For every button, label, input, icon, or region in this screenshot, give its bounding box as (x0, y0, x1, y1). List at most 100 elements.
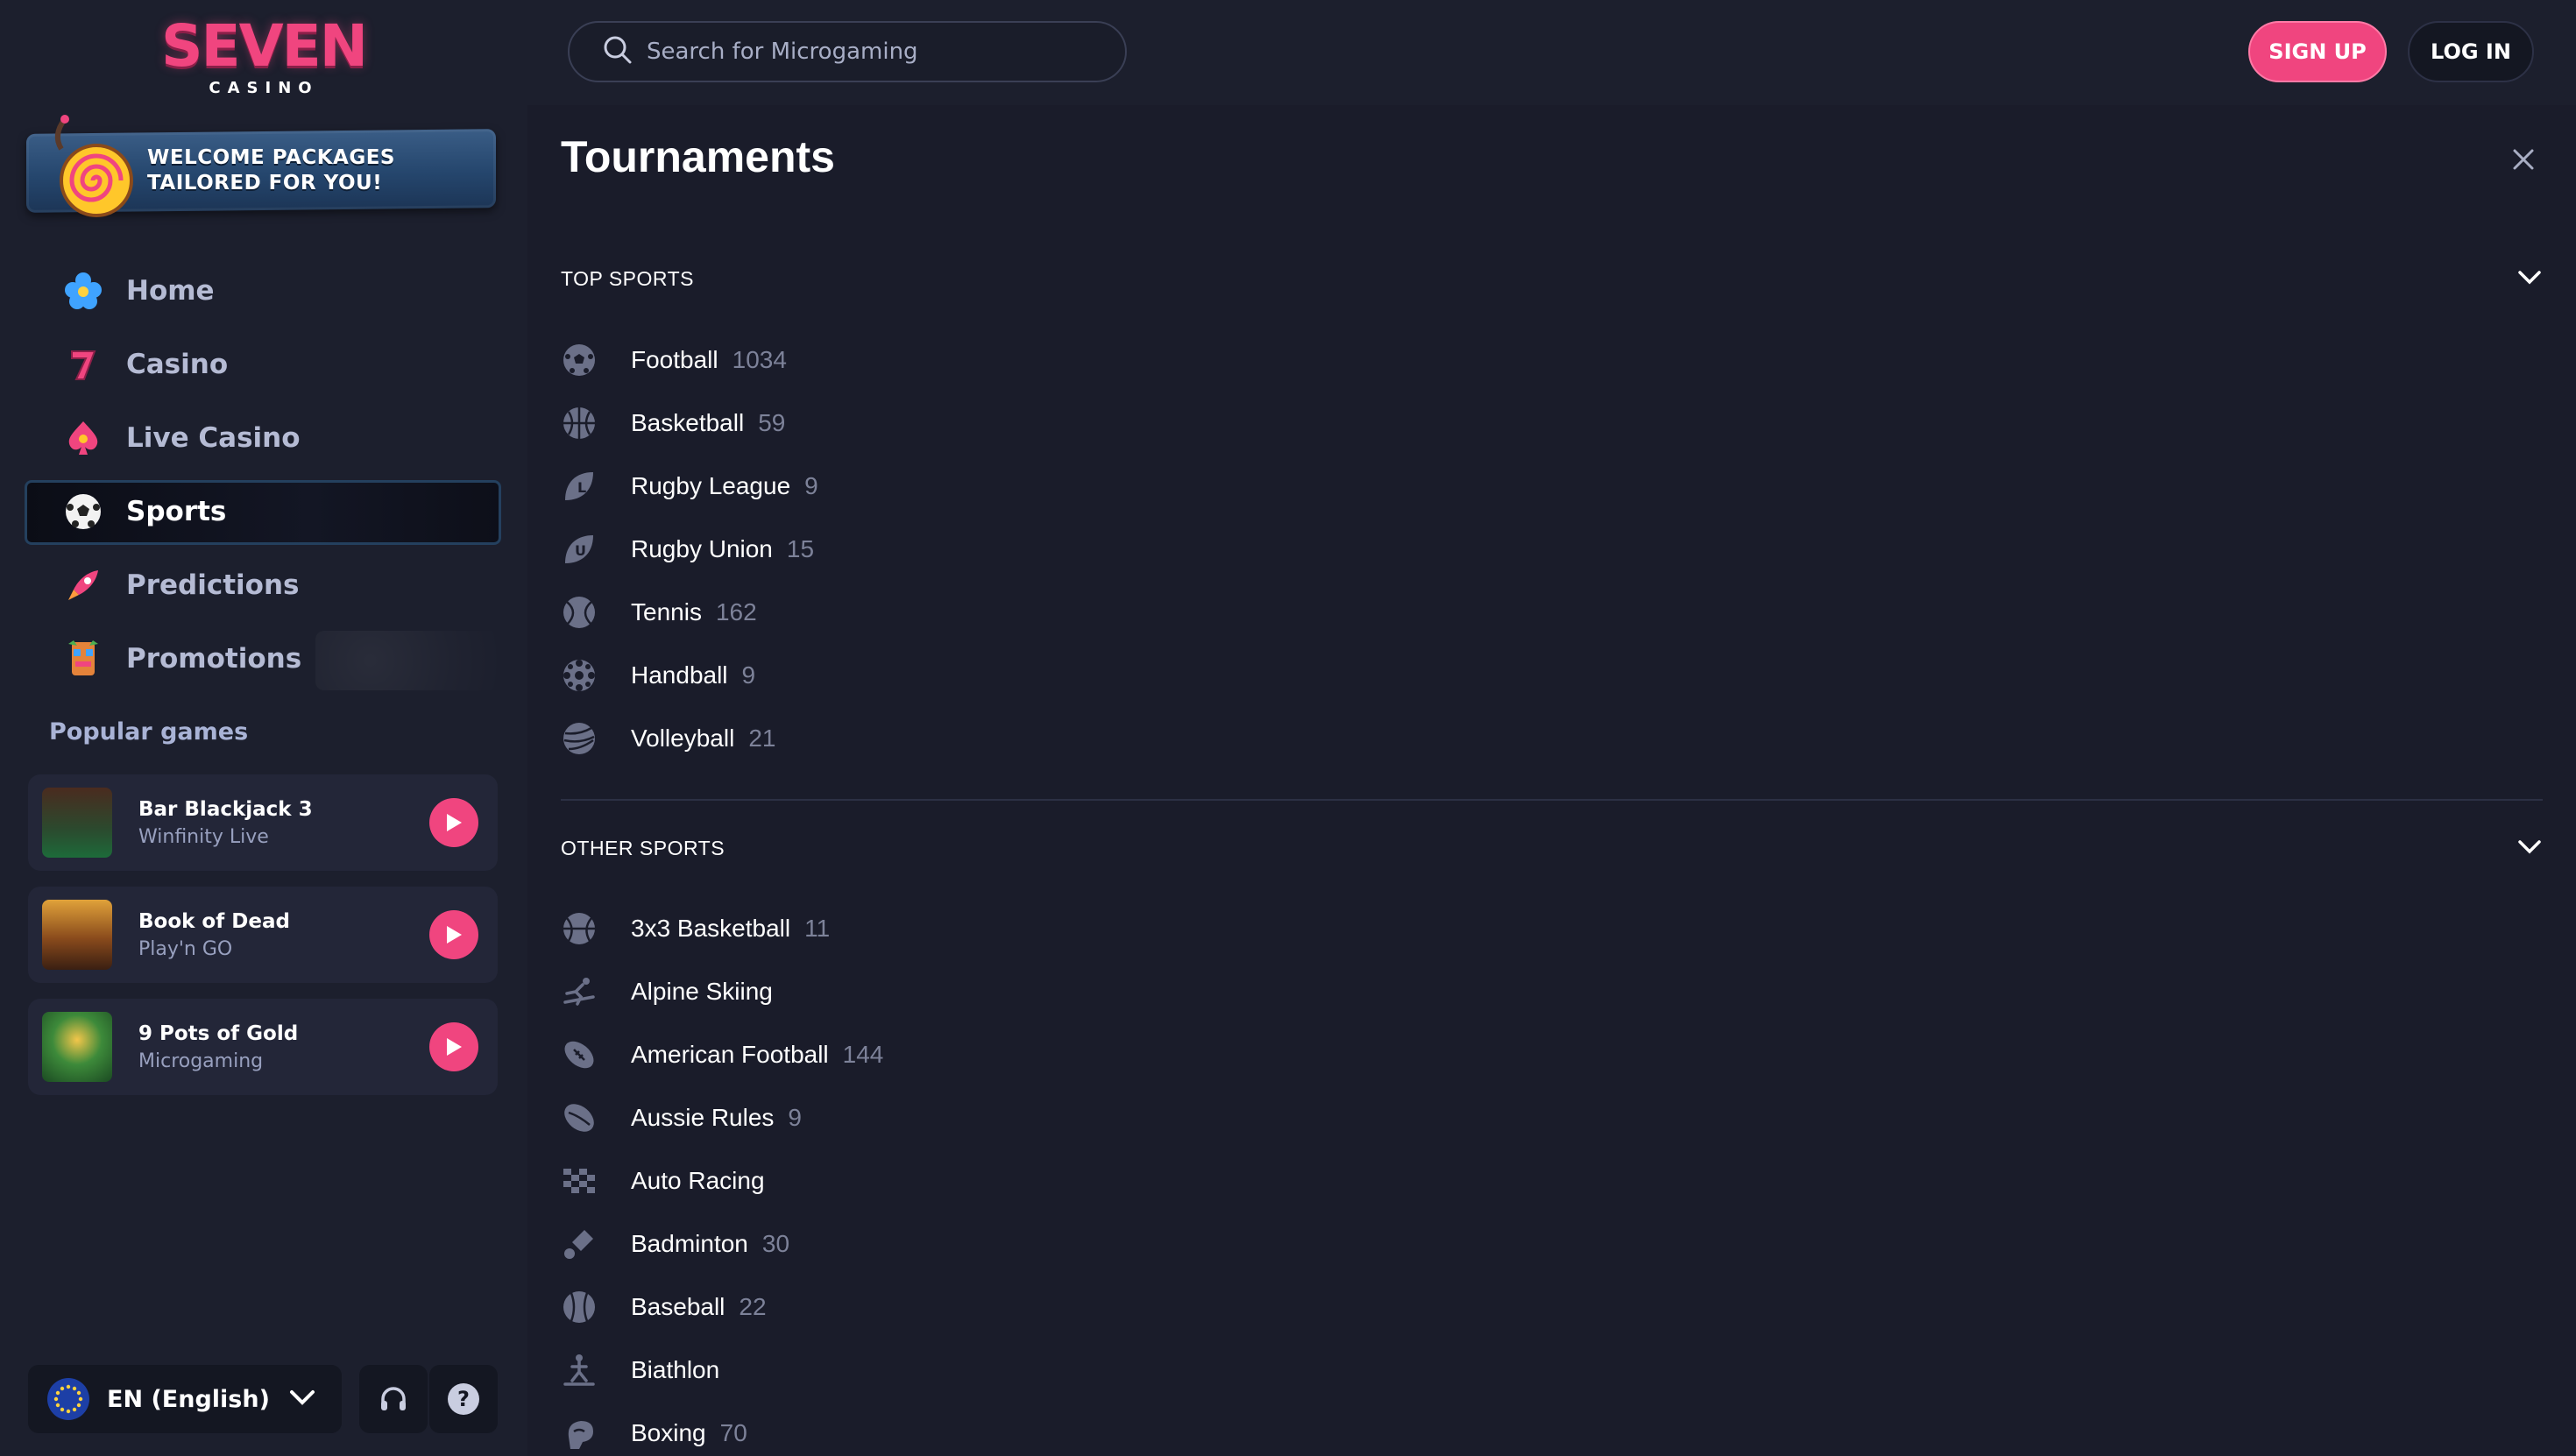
checkered-flag-icon (561, 1163, 598, 1199)
game-card[interactable]: 9 Pots of Gold Microgaming (28, 999, 498, 1095)
sport-count: 59 (758, 409, 786, 436)
sport-count: 22 (739, 1293, 767, 1320)
sport-row-3x3-basketball[interactable]: 3x3 Basketball 11 (561, 907, 830, 951)
game-card[interactable]: Bar Blackjack 3 Winfinity Live (28, 774, 498, 871)
top-sports-label: TOP SPORTS (561, 266, 694, 290)
chevron-down-icon (2516, 269, 2543, 288)
sport-name: American Football (631, 1041, 829, 1068)
tennis-icon (561, 594, 598, 631)
sport-row-baseball[interactable]: Baseball 22 (561, 1285, 767, 1329)
log-in-button[interactable]: LOG IN (2408, 21, 2534, 82)
chevron-down-icon (289, 1389, 315, 1409)
biathlon-icon (561, 1352, 598, 1389)
spade-icon (63, 418, 103, 458)
rugby-league-icon: L (561, 468, 598, 505)
game-title: Bar Blackjack 3 (138, 797, 313, 821)
game-info: Book of Dead Play'n GO (138, 910, 429, 960)
seven-icon (63, 344, 103, 385)
nav-item-home[interactable]: Home (0, 254, 527, 328)
sport-count: 15 (786, 535, 815, 562)
sign-up-button[interactable]: SIGN UP (2248, 21, 2387, 82)
game-provider: Winfinity Live (138, 825, 269, 848)
game-title: Book of Dead (138, 909, 290, 933)
eu-flag-icon (47, 1378, 89, 1420)
sport-row-american-football[interactable]: American Football 144 (561, 1033, 883, 1077)
sport-row-handball[interactable]: Handball 9 (561, 654, 755, 697)
other-sports-header[interactable]: OTHER SPORTS (561, 830, 2543, 866)
help-button[interactable]: ? (429, 1365, 498, 1433)
sport-row-auto-racing[interactable]: Auto Racing (561, 1159, 779, 1203)
top-sports-header[interactable]: TOP SPORTS (561, 261, 2543, 296)
svg-text:L: L (577, 479, 586, 496)
play-icon (447, 814, 462, 831)
shuttlecock-icon (561, 1226, 598, 1262)
play-icon (447, 926, 462, 944)
play-button[interactable] (429, 910, 478, 959)
play-button[interactable] (429, 798, 478, 847)
baseball-icon (561, 1289, 598, 1325)
aussie-rules-icon (561, 1099, 598, 1136)
nav-item-promotions[interactable]: Promotions (0, 622, 527, 696)
tournaments-panel (527, 105, 2576, 1456)
sport-row-volleyball[interactable]: Volleyball 21 (561, 717, 775, 760)
sport-count: 70 (719, 1419, 747, 1446)
nav-label-promotions: Promotions (126, 643, 302, 675)
search-bar[interactable] (568, 21, 1127, 82)
game-card[interactable]: Book of Dead Play'n GO (28, 887, 498, 983)
question-mark-icon: ? (448, 1383, 479, 1415)
svg-text:?: ? (457, 1387, 470, 1411)
rocket-icon (63, 565, 103, 605)
basketball-icon (561, 405, 598, 442)
nav-item-casino[interactable]: Casino (0, 328, 527, 401)
nav-item-live-casino[interactable]: Live Casino (0, 401, 527, 475)
sport-row-aussie-rules[interactable]: Aussie Rules 9 (561, 1096, 802, 1140)
search-input[interactable] (645, 38, 1104, 66)
game-thumbnail (42, 1012, 112, 1082)
totem-icon (63, 639, 103, 679)
sport-row-alpine-skiing[interactable]: Alpine Skiing (561, 970, 787, 1014)
sport-count: 1034 (732, 346, 787, 373)
section-divider (561, 799, 2543, 801)
sport-count: 9 (804, 472, 818, 499)
skiing-icon (561, 973, 598, 1010)
nav-label-sports: Sports (126, 496, 227, 527)
sport-row-basketball[interactable]: Basketball 59 (561, 401, 785, 445)
sport-count: 162 (715, 598, 757, 626)
flower-icon (63, 271, 103, 311)
game-thumbnail (42, 900, 112, 970)
sport-row-rugby-union[interactable]: U Rugby Union 15 (561, 527, 814, 571)
sport-name: Alpine Skiing (631, 978, 773, 1005)
language-selector[interactable]: EN (English) (28, 1365, 342, 1433)
sport-name: Baseball (631, 1293, 725, 1320)
nav-item-sports[interactable]: Sports (0, 475, 527, 548)
nav-item-predictions[interactable]: Predictions (0, 548, 527, 622)
support-button[interactable] (359, 1365, 428, 1433)
nav-label-live-casino: Live Casino (126, 422, 301, 454)
sport-row-boxing[interactable]: Boxing 70 (561, 1411, 747, 1455)
sport-count: 144 (842, 1041, 884, 1068)
brand-logo[interactable]: SEVEN CASINO (156, 18, 372, 98)
close-button[interactable] (2506, 142, 2541, 177)
sport-row-rugby-league[interactable]: L Rugby League 9 (561, 464, 818, 508)
logo-sub-text: CASINO (209, 79, 319, 97)
promo-banner-text: WELCOME PACKAGES TAILORED FOR YOU! (147, 146, 395, 194)
sport-row-biathlon[interactable]: Biathlon (561, 1348, 733, 1392)
boxing-glove-icon (561, 1415, 598, 1452)
rugby-union-icon: U (561, 531, 598, 568)
volleyball-icon (561, 720, 598, 757)
page-title: Tournaments (561, 132, 835, 181)
sport-name: Auto Racing (631, 1167, 765, 1194)
sport-count: 11 (804, 915, 831, 942)
sport-row-tennis[interactable]: Tennis 162 (561, 590, 757, 634)
sport-row-badminton[interactable]: Badminton 30 (561, 1222, 789, 1266)
sport-count: 21 (748, 724, 776, 752)
sport-name: Handball (631, 661, 728, 689)
main-nav: Home Casino Live Casino Sports Predictio… (0, 254, 527, 696)
game-info: 9 Pots of Gold Microgaming (138, 1022, 429, 1072)
popular-games-title: Popular games (49, 718, 249, 746)
sport-name: Football (631, 346, 718, 373)
sport-name: Rugby League (631, 472, 791, 499)
play-icon (447, 1038, 462, 1056)
play-button[interactable] (429, 1022, 478, 1071)
sport-row-football[interactable]: Football 1034 (561, 338, 787, 382)
